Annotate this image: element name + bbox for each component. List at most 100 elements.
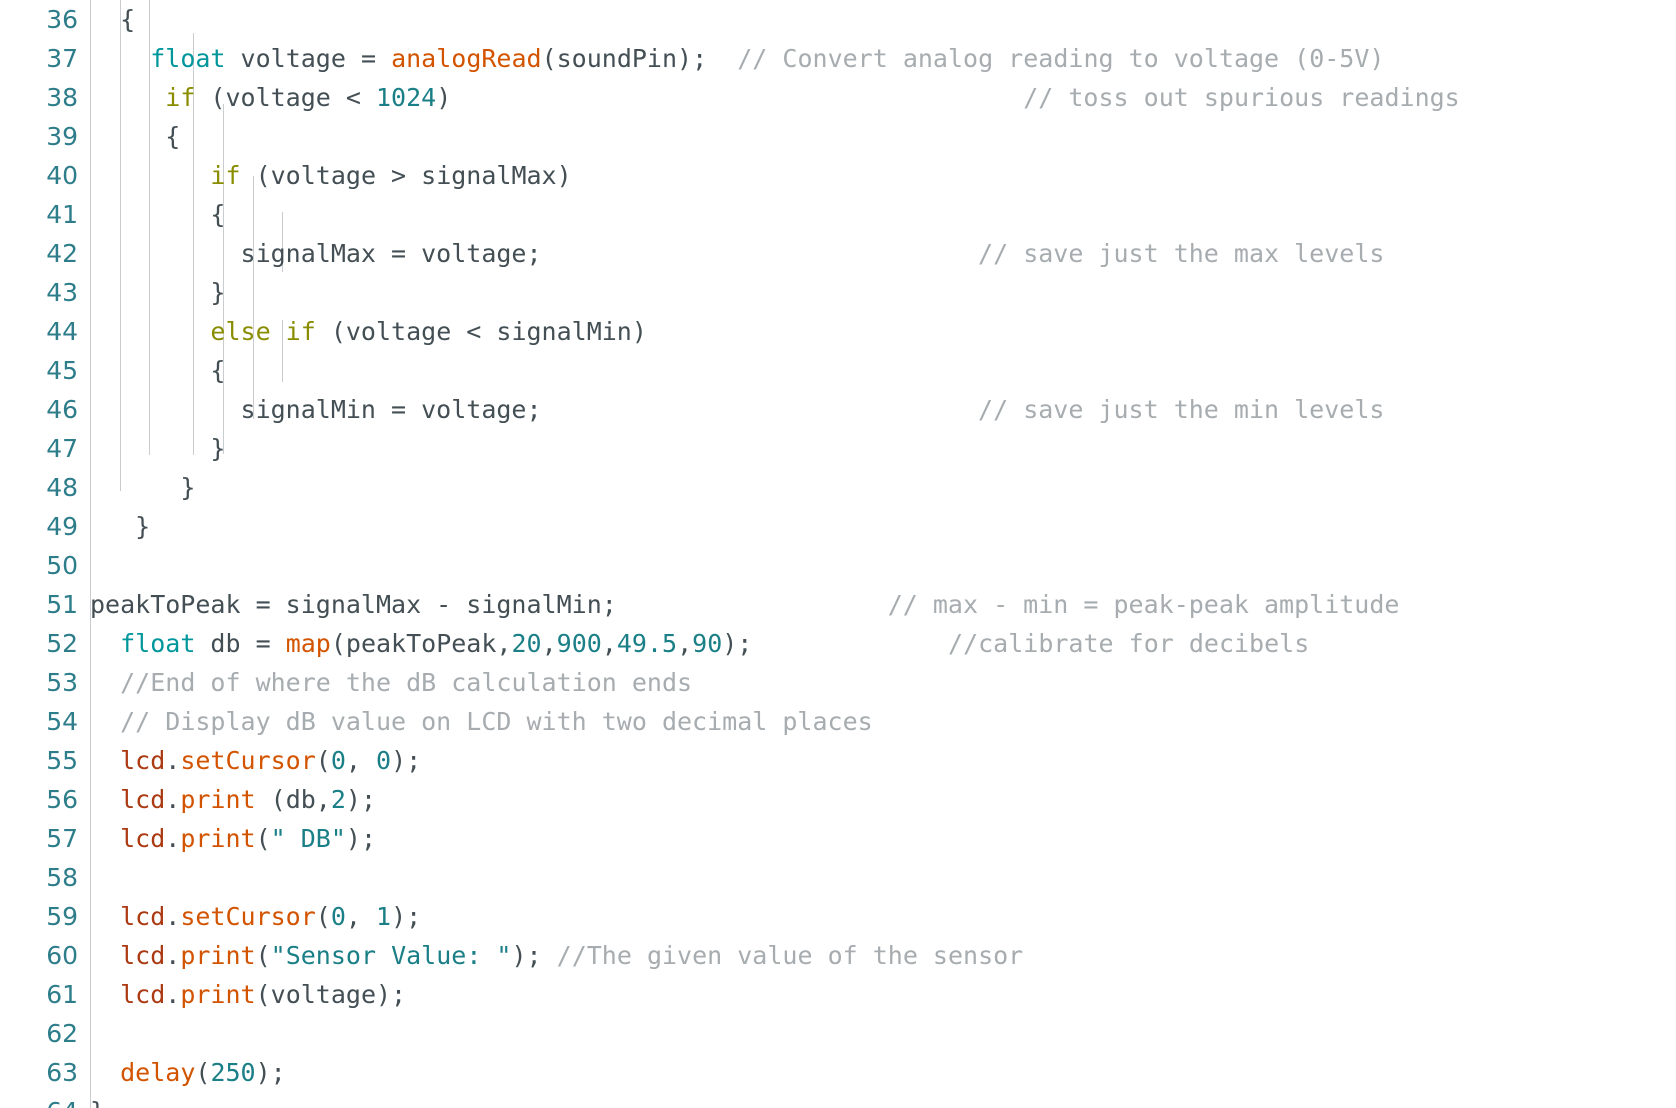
code-line[interactable] <box>90 546 1676 585</box>
line-number: 36 <box>46 5 78 34</box>
line-number: 41 <box>46 200 78 229</box>
code-token-punct: } <box>90 1097 105 1108</box>
code-line[interactable]: lcd.print("Sensor Value: "); //The given… <box>90 936 1676 975</box>
code-token-obj: lcd <box>120 941 166 970</box>
code-token-ctrl: if <box>165 83 196 112</box>
code-line[interactable]: } <box>90 507 1676 546</box>
code-editor-pane[interactable]: 36 37 38 39 40 41 42 43 44 45 46 47 48 49 50 51 52 53 54 55… <box>0 0 1676 1108</box>
line-number: 60 <box>46 941 78 970</box>
line-number: 45 <box>46 356 78 385</box>
code-token-punct: { <box>120 5 136 34</box>
code-token-num: 1 <box>376 902 392 931</box>
code-content-area[interactable]: { float voltage = analogRead(soundPin); … <box>90 0 1676 1108</box>
line-number: 55 <box>46 746 78 775</box>
code-token-cm: //End of where the dB calculation ends <box>120 668 693 697</box>
code-line[interactable] <box>90 1014 1676 1053</box>
code-token-fn: print <box>180 785 256 814</box>
code-line[interactable]: { <box>90 0 1676 39</box>
line-number: 48 <box>46 473 78 502</box>
code-line[interactable]: lcd.print(" DB"); <box>90 819 1676 858</box>
code-token-num: 20 <box>511 629 542 658</box>
line-number: 39 <box>46 122 78 151</box>
code-token-pl: peakToPeak = signalMax - signalMin; <box>90 590 617 619</box>
code-line[interactable] <box>90 858 1676 897</box>
code-line[interactable]: signalMax = voltage; // save just the ma… <box>90 234 1676 273</box>
code-line[interactable]: } <box>90 273 1676 312</box>
code-token-obj: lcd <box>120 746 166 775</box>
code-token-cm: // max - min = peak-peak amplitude <box>616 590 1400 619</box>
code-token-pl: . <box>165 902 181 931</box>
line-number: 63 <box>46 1058 78 1087</box>
code-token-ctrl: if <box>210 161 241 190</box>
code-line[interactable]: delay(250); <box>90 1053 1676 1092</box>
line-number: 47 <box>46 434 78 463</box>
code-line[interactable]: lcd.print(voltage); <box>90 975 1676 1014</box>
line-number: 59 <box>46 902 78 931</box>
line-number: 46 <box>46 395 78 424</box>
code-line[interactable]: } <box>90 468 1676 507</box>
code-token-str: "Sensor Value: " <box>270 941 512 970</box>
code-line[interactable]: peakToPeak = signalMax - signalMin; // m… <box>90 585 1676 624</box>
code-token-cm: // Display dB value on LCD with two deci… <box>120 707 873 736</box>
code-line[interactable]: //End of where the dB calculation ends <box>90 663 1676 702</box>
code-token-num: 49.5 <box>616 629 678 658</box>
code-token-cm: // save just the max levels <box>541 239 1385 268</box>
code-token-punct: } <box>135 512 151 541</box>
code-line[interactable]: } <box>90 1092 1676 1108</box>
code-token-num: 900 <box>556 629 602 658</box>
code-token-fn: print <box>180 824 256 853</box>
code-line[interactable]: { <box>90 117 1676 156</box>
code-line[interactable]: } <box>90 429 1676 468</box>
code-line[interactable]: lcd.print (db,2); <box>90 780 1676 819</box>
code-line[interactable]: { <box>90 195 1676 234</box>
code-token-obj: lcd <box>120 902 166 931</box>
code-token-pl: voltage = <box>225 44 392 73</box>
line-number: 40 <box>46 161 78 190</box>
code-line[interactable]: { <box>90 351 1676 390</box>
code-token-cm: // toss out spurious readings <box>451 83 1460 112</box>
code-token-kw: float <box>120 629 196 658</box>
code-token-pl: . <box>165 785 181 814</box>
code-line[interactable]: float voltage = analogRead(soundPin); //… <box>90 39 1676 78</box>
code-token-pl: . <box>165 746 181 775</box>
code-token-punct: } <box>210 278 226 307</box>
code-line[interactable]: float db = map(peakToPeak,20,900,49.5,90… <box>90 624 1676 663</box>
code-token-pl: ) <box>436 83 452 112</box>
code-line[interactable]: signalMin = voltage; // save just the mi… <box>90 390 1676 429</box>
code-token-pl: db = <box>195 629 286 658</box>
code-line[interactable]: if (voltage > signalMax) <box>90 156 1676 195</box>
code-line[interactable]: else if (voltage < signalMin) <box>90 312 1676 351</box>
code-token-pl: , <box>541 629 557 658</box>
code-token-pl: ( <box>195 1058 211 1087</box>
code-line[interactable]: // Display dB value on LCD with two deci… <box>90 702 1676 741</box>
code-token-num: 90 <box>692 629 723 658</box>
code-line[interactable]: lcd.setCursor(0, 1); <box>90 897 1676 936</box>
code-token-num: 0 <box>330 746 346 775</box>
line-number: 57 <box>46 824 78 853</box>
code-token-pl: , <box>677 629 693 658</box>
code-token-pl: (voltage > signalMax) <box>240 161 572 190</box>
code-token-pl: . <box>165 941 181 970</box>
code-token-pl: , <box>345 902 377 931</box>
code-token-cm: //calibrate for decibels <box>752 629 1310 658</box>
code-line[interactable]: if (voltage < 1024) // toss out spurious… <box>90 78 1676 117</box>
line-number: 50 <box>46 551 78 580</box>
code-line[interactable]: lcd.setCursor(0, 0); <box>90 741 1676 780</box>
code-token-num: 250 <box>210 1058 256 1087</box>
code-token-pl: ); <box>255 1058 286 1087</box>
code-token-num: 0 <box>330 902 346 931</box>
